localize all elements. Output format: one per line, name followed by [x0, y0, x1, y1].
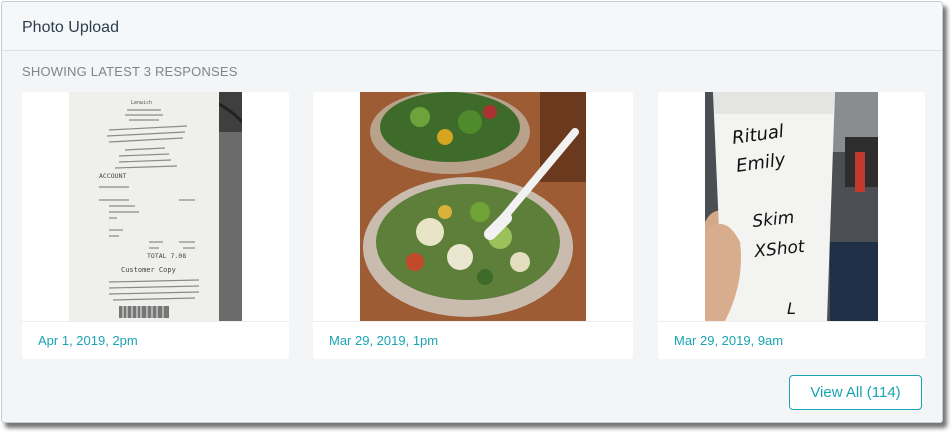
receipt-line: ACCOUNT — [99, 172, 126, 180]
salad-photo[interactable] — [360, 92, 586, 321]
response-date-link[interactable]: Apr 1, 2019, 2pm — [38, 333, 138, 348]
receipt-photo[interactable]: Lenwich ACCOUNT TOTAL 7.08 Customer Copy — [69, 92, 242, 321]
card-divider — [313, 321, 633, 322]
response-date-link[interactable]: Mar 29, 2019, 1pm — [329, 333, 438, 348]
responses-count-label: SHOWING LATEST 3 RESPONSES — [22, 64, 238, 79]
photo-area: Ritual Emily Skim XShot L — [658, 92, 925, 321]
receipt-line: Lenwich — [131, 100, 152, 106]
response-card[interactable]: Mar 29, 2019, 1pm — [313, 92, 633, 359]
coffee-cup-photo[interactable]: Ritual Emily Skim XShot L — [705, 92, 878, 321]
cup-handwriting: L — [787, 299, 796, 318]
receipt-line: TOTAL 7.08 — [147, 252, 186, 260]
card-divider — [22, 321, 289, 322]
photo-upload-panel: Photo Upload SHOWING LATEST 3 RESPONSES … — [1, 1, 943, 423]
panel-title: Photo Upload — [22, 19, 119, 36]
photo-area — [313, 92, 633, 321]
response-card[interactable]: Lenwich ACCOUNT TOTAL 7.08 Customer Copy… — [22, 92, 289, 359]
response-card[interactable]: Ritual Emily Skim XShot L Mar 29, 2019, … — [658, 92, 925, 359]
card-divider — [658, 321, 925, 322]
view-all-button[interactable]: View All (114) — [789, 375, 922, 410]
panel-header: Photo Upload — [2, 2, 942, 51]
response-date-link[interactable]: Mar 29, 2019, 9am — [674, 333, 783, 348]
receipt-line: Customer Copy — [121, 266, 176, 274]
photo-area: Lenwich ACCOUNT TOTAL 7.08 Customer Copy — [22, 92, 289, 321]
